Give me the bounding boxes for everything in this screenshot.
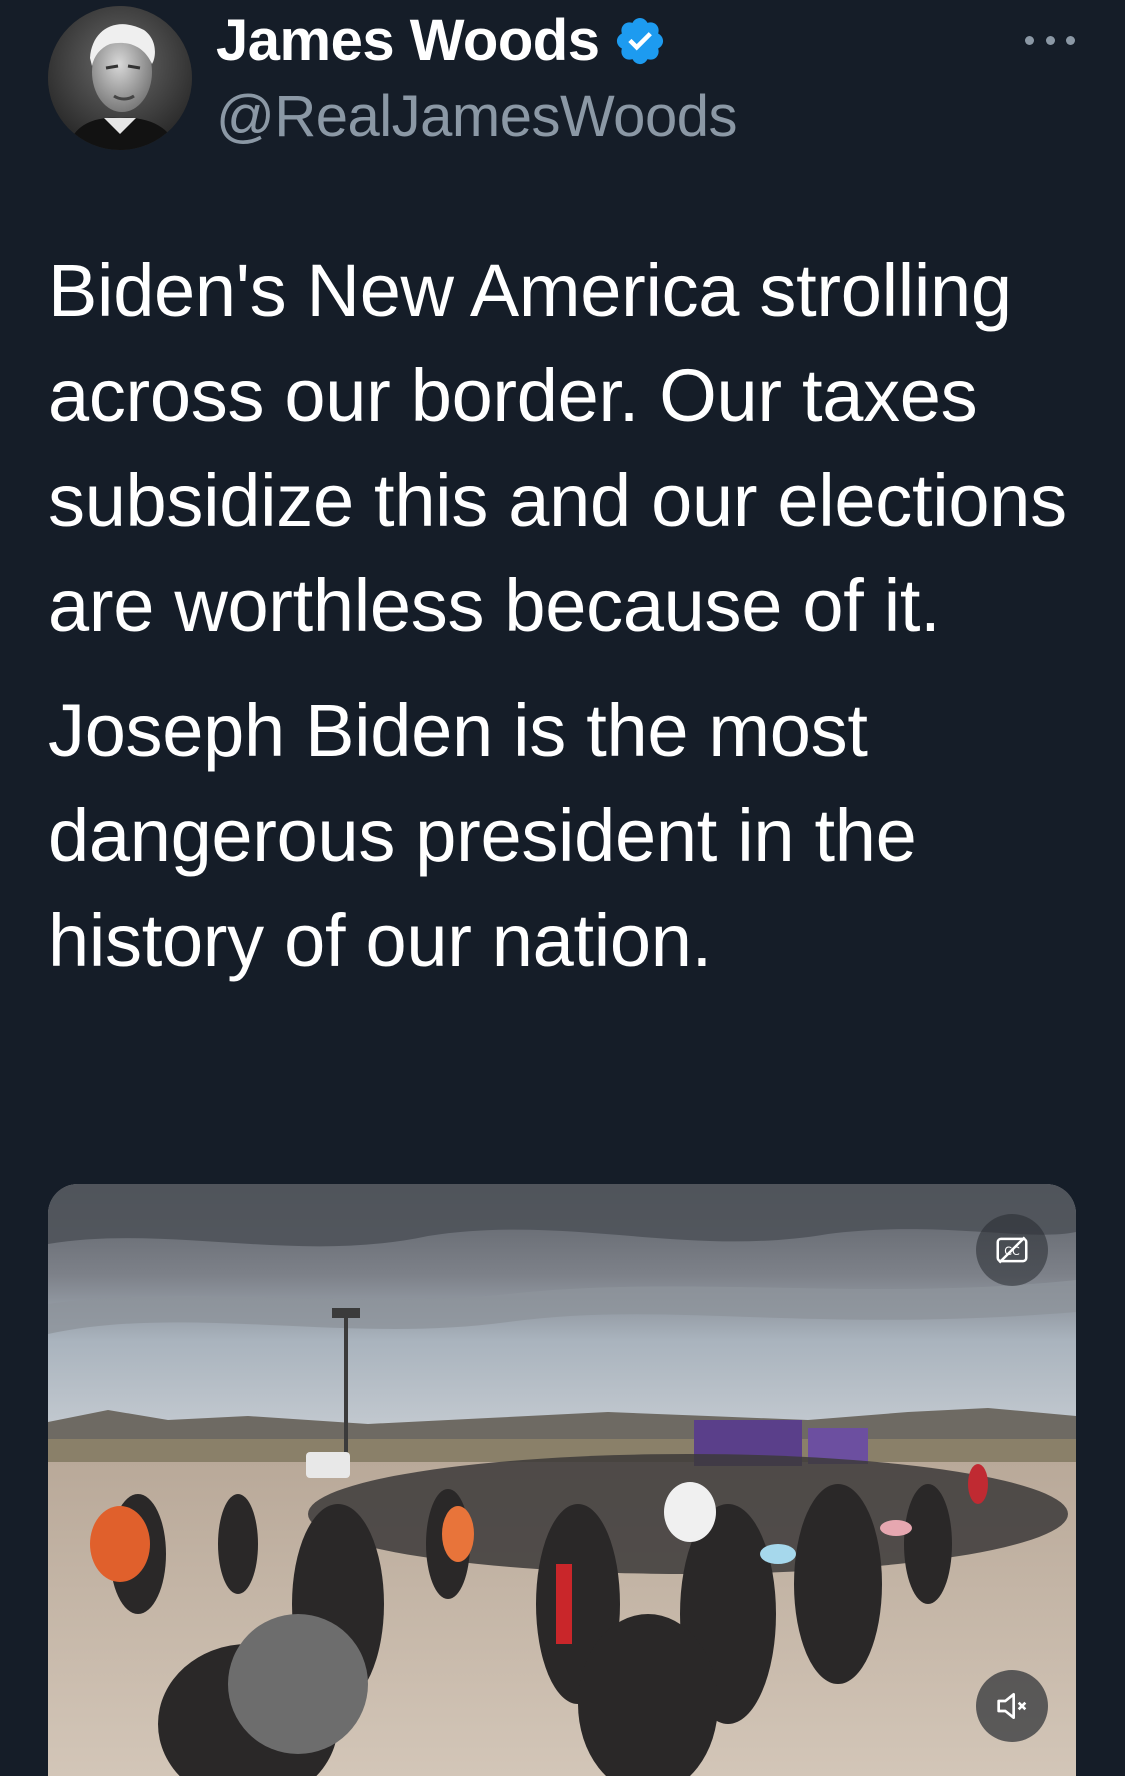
volume-muted-icon[interactable] — [976, 1670, 1048, 1742]
tweet-body: Biden's New America strolling across our… — [48, 238, 1098, 993]
tweet-paragraph: Biden's New America strolling across our… — [48, 249, 1067, 647]
author-name-row: James Woods — [216, 8, 667, 74]
closed-captions-off-icon[interactable]: CC — [976, 1214, 1048, 1286]
avatar-portrait — [48, 6, 192, 150]
tweet-video[interactable]: CC — [48, 1184, 1076, 1776]
author-avatar[interactable] — [48, 6, 192, 150]
more-dot — [1045, 35, 1055, 45]
verified-badge-icon[interactable] — [613, 14, 667, 68]
more-dot — [1066, 35, 1075, 45]
tweet-paragraph: Joseph Biden is the most dangerous presi… — [48, 689, 917, 982]
more-dot — [1025, 35, 1034, 45]
tweet-header: James Woods @RealJamesWoods — [0, 0, 1125, 160]
more-horizontal-icon[interactable] — [1025, 20, 1075, 60]
video-frame — [48, 1184, 1076, 1776]
author-display-name[interactable]: James Woods — [216, 8, 600, 74]
author-handle[interactable]: @RealJamesWoods — [216, 84, 737, 150]
